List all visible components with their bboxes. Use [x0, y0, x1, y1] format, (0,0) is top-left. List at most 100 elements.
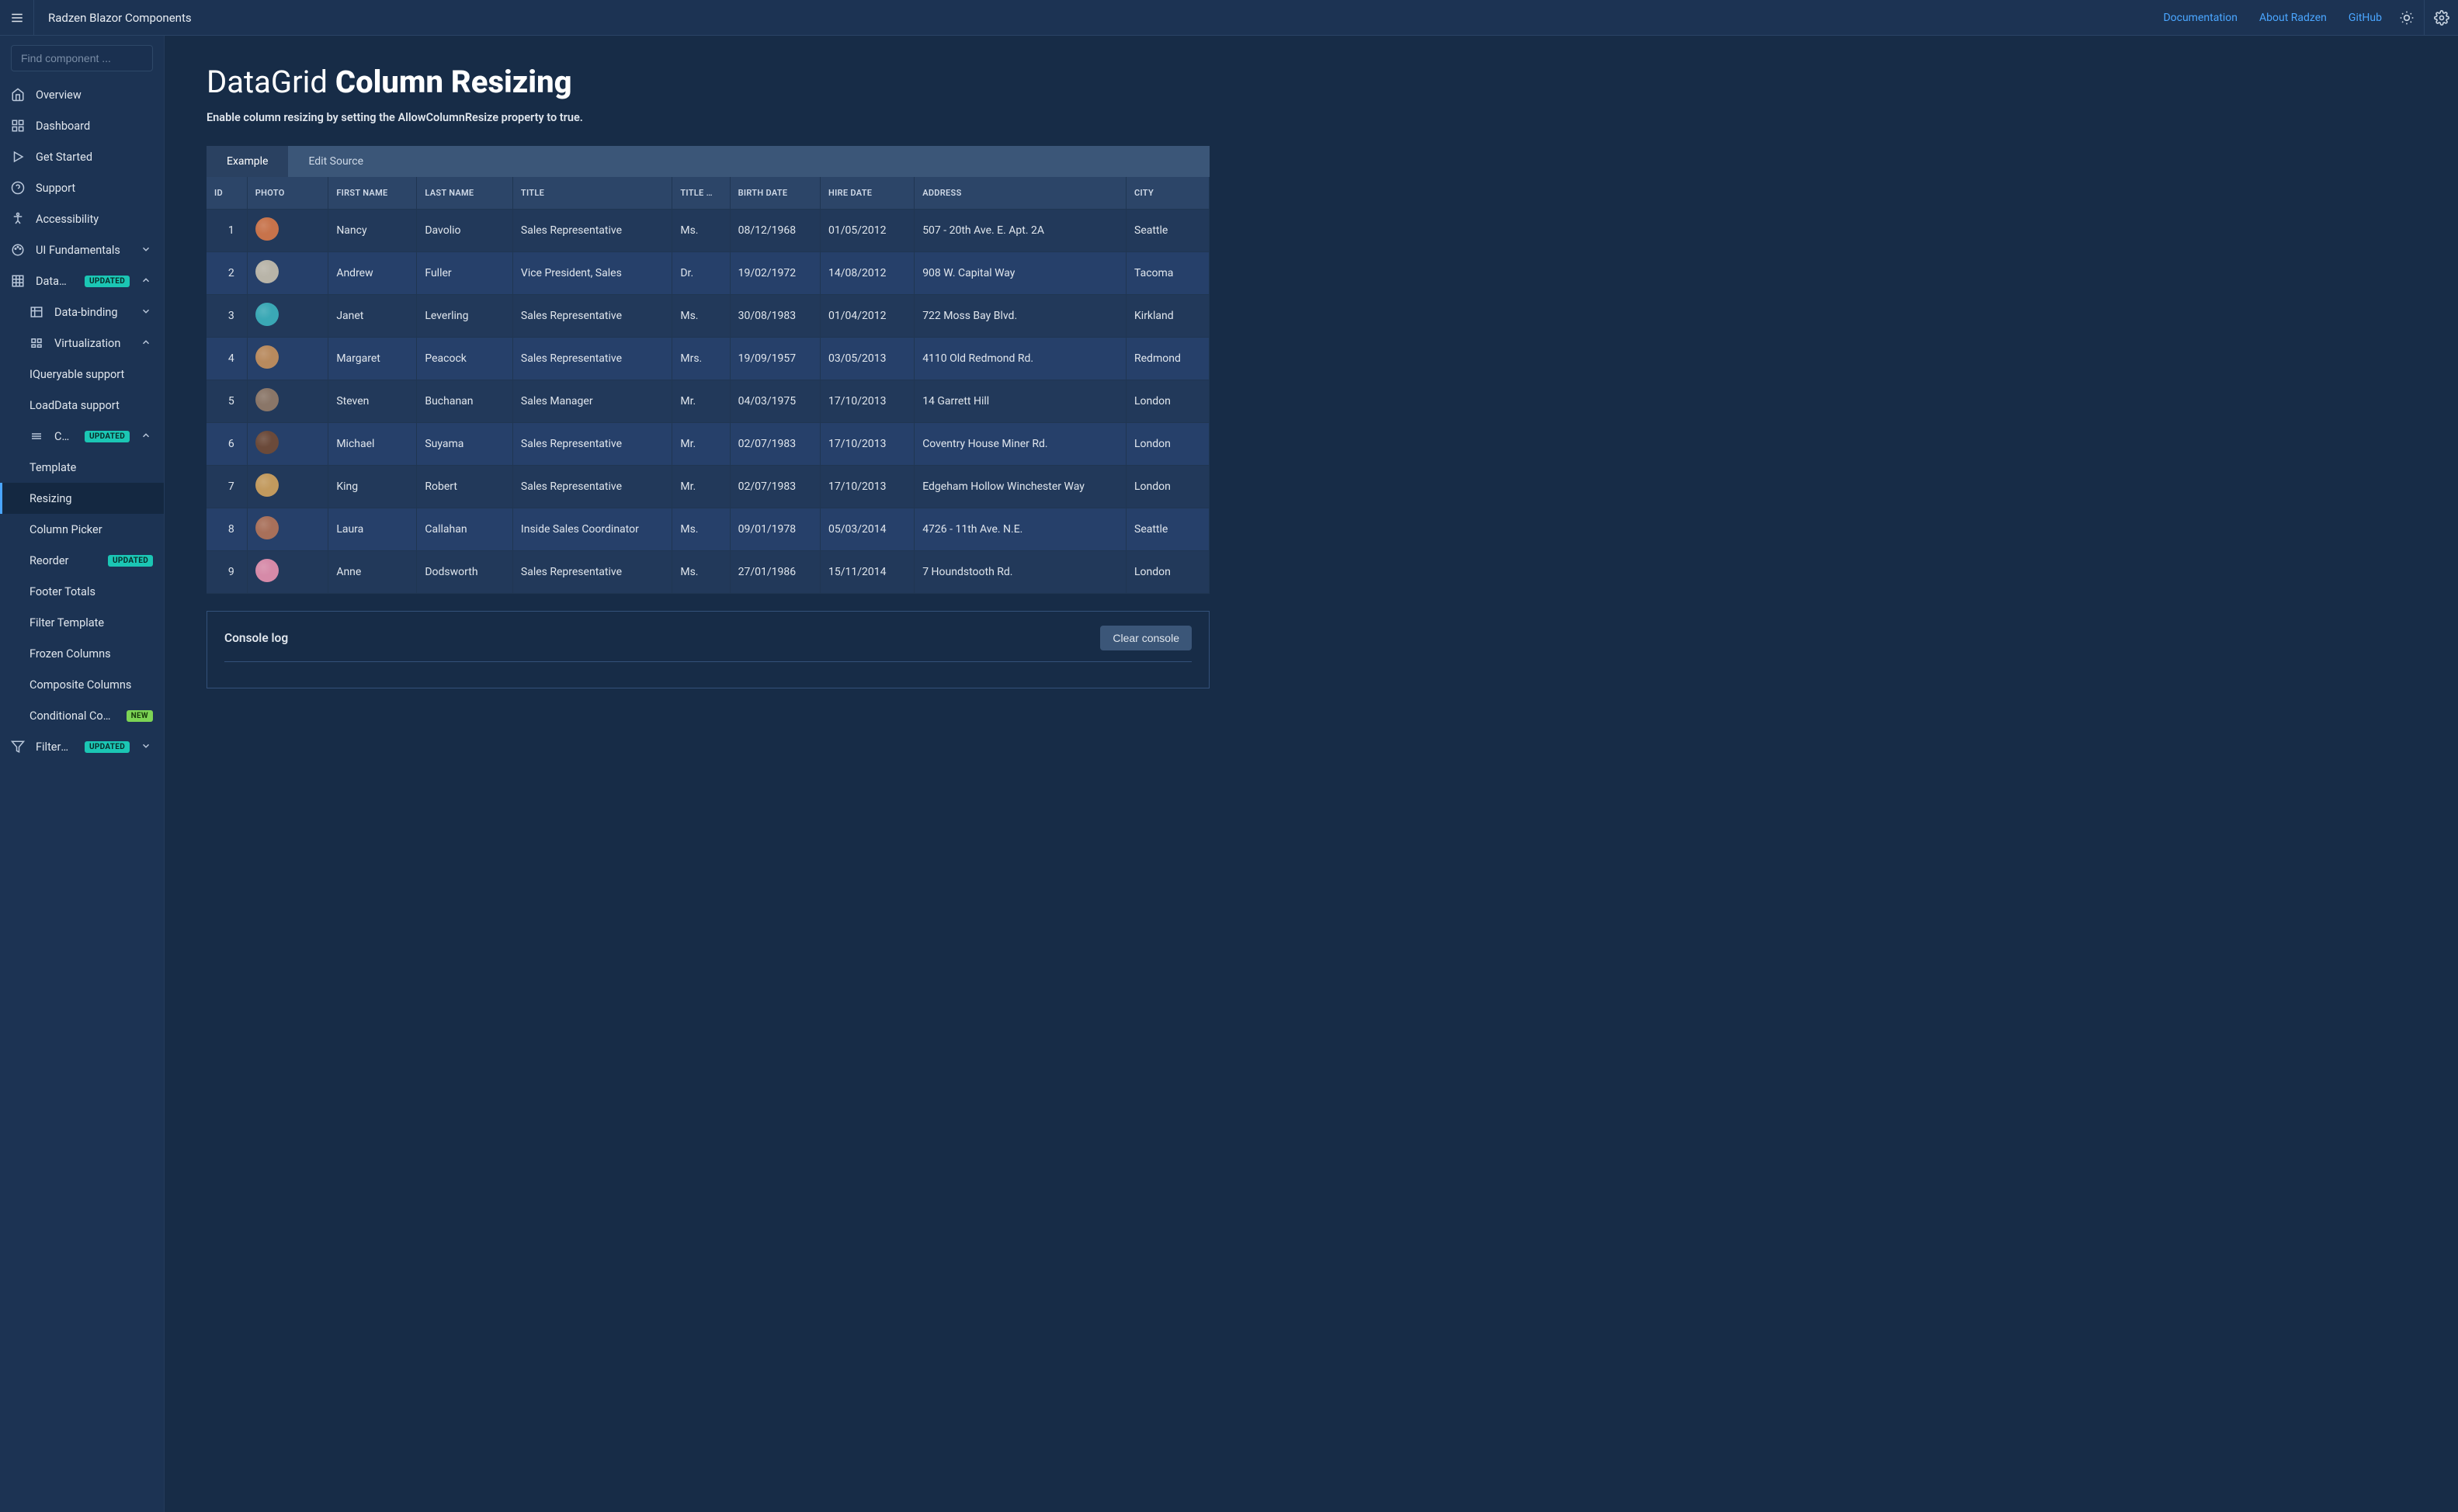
sidebar-item-label: Get Started: [36, 151, 153, 164]
cell-last-name: Callahan: [417, 508, 513, 551]
avatar: [255, 473, 279, 497]
cell-title-courtesy: Mrs.: [672, 338, 730, 380]
cell-city: Seattle: [1127, 508, 1210, 551]
sidebar-item-footer-totals[interactable]: Footer Totals: [0, 576, 164, 607]
cell-photo: [247, 551, 328, 594]
sidebar-item-label: LoadData support: [30, 399, 153, 412]
link-documentation[interactable]: Documentation: [2163, 12, 2238, 24]
cell-city: Kirkland: [1127, 295, 1210, 338]
sidebar-item-reorder[interactable]: ReorderUPDATED: [0, 545, 164, 576]
sidebar-item-composite-columns[interactable]: Composite Columns: [0, 669, 164, 700]
sidebar-item-label: Filtering: [36, 740, 69, 754]
cell-address: 4110 Old Redmond Rd.: [915, 338, 1127, 380]
sidebar-item-frozen-columns[interactable]: Frozen Columns: [0, 638, 164, 669]
table-row[interactable]: 4MargaretPeacockSales RepresentativeMrs.…: [207, 338, 1210, 380]
link-about[interactable]: About Radzen: [2259, 12, 2327, 24]
cell-first-name: Margaret: [328, 338, 417, 380]
cell-city: London: [1127, 466, 1210, 508]
sidebar-item-columns[interactable]: ColumnsUPDATED: [0, 421, 164, 452]
column-header[interactable]: BIRTH DATE: [730, 177, 820, 210]
table-row[interactable]: 7KingRobertSales RepresentativeMr.02/07/…: [207, 466, 1210, 508]
column-header[interactable]: LAST NAME: [417, 177, 513, 210]
cell-id: 1: [207, 210, 247, 252]
palette-icon: [11, 243, 25, 257]
chevron-down-icon: [141, 306, 153, 318]
sidebar-item-dashboard[interactable]: Dashboard: [0, 110, 164, 141]
sidebar-item-label: Accessibility: [36, 213, 153, 226]
brand-title: Radzen Blazor Components: [34, 11, 206, 25]
cell-birth-date: 02/07/1983: [730, 423, 820, 466]
filter-icon: [11, 740, 25, 754]
sidebar-item-ui-fundamentals[interactable]: UI Fundamentals: [0, 234, 164, 265]
column-header[interactable]: CITY: [1127, 177, 1210, 210]
cell-photo: [247, 380, 328, 423]
table-row[interactable]: 1NancyDavolioSales RepresentativeMs.08/1…: [207, 210, 1210, 252]
sidebar-item-template[interactable]: Template: [0, 452, 164, 483]
table-row[interactable]: 2AndrewFullerVice President, SalesDr.19/…: [207, 252, 1210, 295]
column-header[interactable]: ADDRESS: [915, 177, 1127, 210]
tab-edit-source[interactable]: Edit Source: [288, 146, 384, 177]
sidebar-nav[interactable]: Overview Dashboard Get Started Support Acces…: [0, 79, 164, 1512]
hamburger-button[interactable]: [0, 0, 34, 36]
sidebar-item-label: Footer Totals: [30, 585, 153, 598]
link-github[interactable]: GitHub: [2349, 12, 2382, 24]
clear-console-button[interactable]: Clear console: [1100, 626, 1192, 650]
cell-last-name: Suyama: [417, 423, 513, 466]
cell-id: 7: [207, 466, 247, 508]
sidebar-item-accessibility[interactable]: Accessibility: [0, 203, 164, 234]
cell-address: 908 W. Capital Way: [915, 252, 1127, 295]
sidebar-item-datagrid[interactable]: DataGridUPDATED: [0, 265, 164, 297]
table-row[interactable]: 9AnneDodsworthSales RepresentativeMs.27/…: [207, 551, 1210, 594]
tab-example[interactable]: Example: [207, 146, 288, 177]
sidebar-item-get-started[interactable]: Get Started: [0, 141, 164, 172]
cell-birth-date: 30/08/1983: [730, 295, 820, 338]
cell-title: Sales Representative: [512, 338, 672, 380]
table-row[interactable]: 8LauraCallahanInside Sales CoordinatorMs…: [207, 508, 1210, 551]
column-header[interactable]: PHOTO: [247, 177, 328, 210]
sidebar-item-filter-template[interactable]: Filter Template: [0, 607, 164, 638]
play-icon: [11, 150, 25, 164]
sidebar-item-virtualization[interactable]: Virtualization: [0, 328, 164, 359]
column-header[interactable]: FIRST NAME: [328, 177, 417, 210]
theme-toggle-button[interactable]: [2390, 0, 2424, 36]
sidebar-item-support[interactable]: Support: [0, 172, 164, 203]
sidebar-item-iqueryable-support[interactable]: IQueryable support: [0, 359, 164, 390]
table-icon: [30, 305, 43, 319]
search-input[interactable]: [11, 45, 153, 71]
sidebar-item-loaddata-support[interactable]: LoadData support: [0, 390, 164, 421]
table-row[interactable]: 6MichaelSuyamaSales RepresentativeMr.02/…: [207, 423, 1210, 466]
column-header[interactable]: ID: [207, 177, 247, 210]
cell-city: London: [1127, 380, 1210, 423]
cell-address: 722 Moss Bay Blvd.: [915, 295, 1127, 338]
cell-last-name: Fuller: [417, 252, 513, 295]
sidebar-item-resizing[interactable]: Resizing: [0, 483, 164, 514]
column-header[interactable]: HIRE DATE: [821, 177, 915, 210]
avatar: [255, 303, 279, 326]
cell-title-courtesy: Ms.: [672, 551, 730, 594]
cell-address: 4726 - 11th Ave. N.E.: [915, 508, 1127, 551]
column-header[interactable]: TITLE …: [672, 177, 730, 210]
avatar: [255, 431, 279, 454]
top-links: Documentation About Radzen GitHub: [2163, 12, 2390, 24]
sidebar-item-filtering[interactable]: FilteringUPDATED: [0, 731, 164, 762]
main-content[interactable]: DataGrid Column Resizing Enable column r…: [165, 36, 2458, 1512]
chevron-up-icon: [141, 337, 153, 349]
sidebar-item-label: Dashboard: [36, 120, 153, 133]
settings-button[interactable]: [2424, 0, 2458, 36]
cell-hire-date: 17/10/2013: [821, 380, 915, 423]
cell-id: 5: [207, 380, 247, 423]
column-header[interactable]: TITLE: [512, 177, 672, 210]
sidebar-item-column-picker[interactable]: Column Picker: [0, 514, 164, 545]
sidebar-item-data-binding[interactable]: Data-binding: [0, 297, 164, 328]
avatar: [255, 559, 279, 582]
table-row[interactable]: 5StevenBuchananSales ManagerMr.04/03/197…: [207, 380, 1210, 423]
cell-photo: [247, 338, 328, 380]
page-subtitle: Enable column resizing by setting the Al…: [207, 111, 1210, 124]
datagrid-scroll[interactable]: IDPHOTOFIRST NAMELAST NAMETITLETITLE …BI…: [207, 177, 1210, 594]
sidebar-item-conditional-columns[interactable]: Conditional ColumnsNEW: [0, 700, 164, 731]
table-row[interactable]: 3JanetLeverlingSales RepresentativeMs.30…: [207, 295, 1210, 338]
cell-photo: [247, 508, 328, 551]
cell-photo: [247, 252, 328, 295]
sidebar-item-overview[interactable]: Overview: [0, 79, 164, 110]
cell-last-name: Leverling: [417, 295, 513, 338]
